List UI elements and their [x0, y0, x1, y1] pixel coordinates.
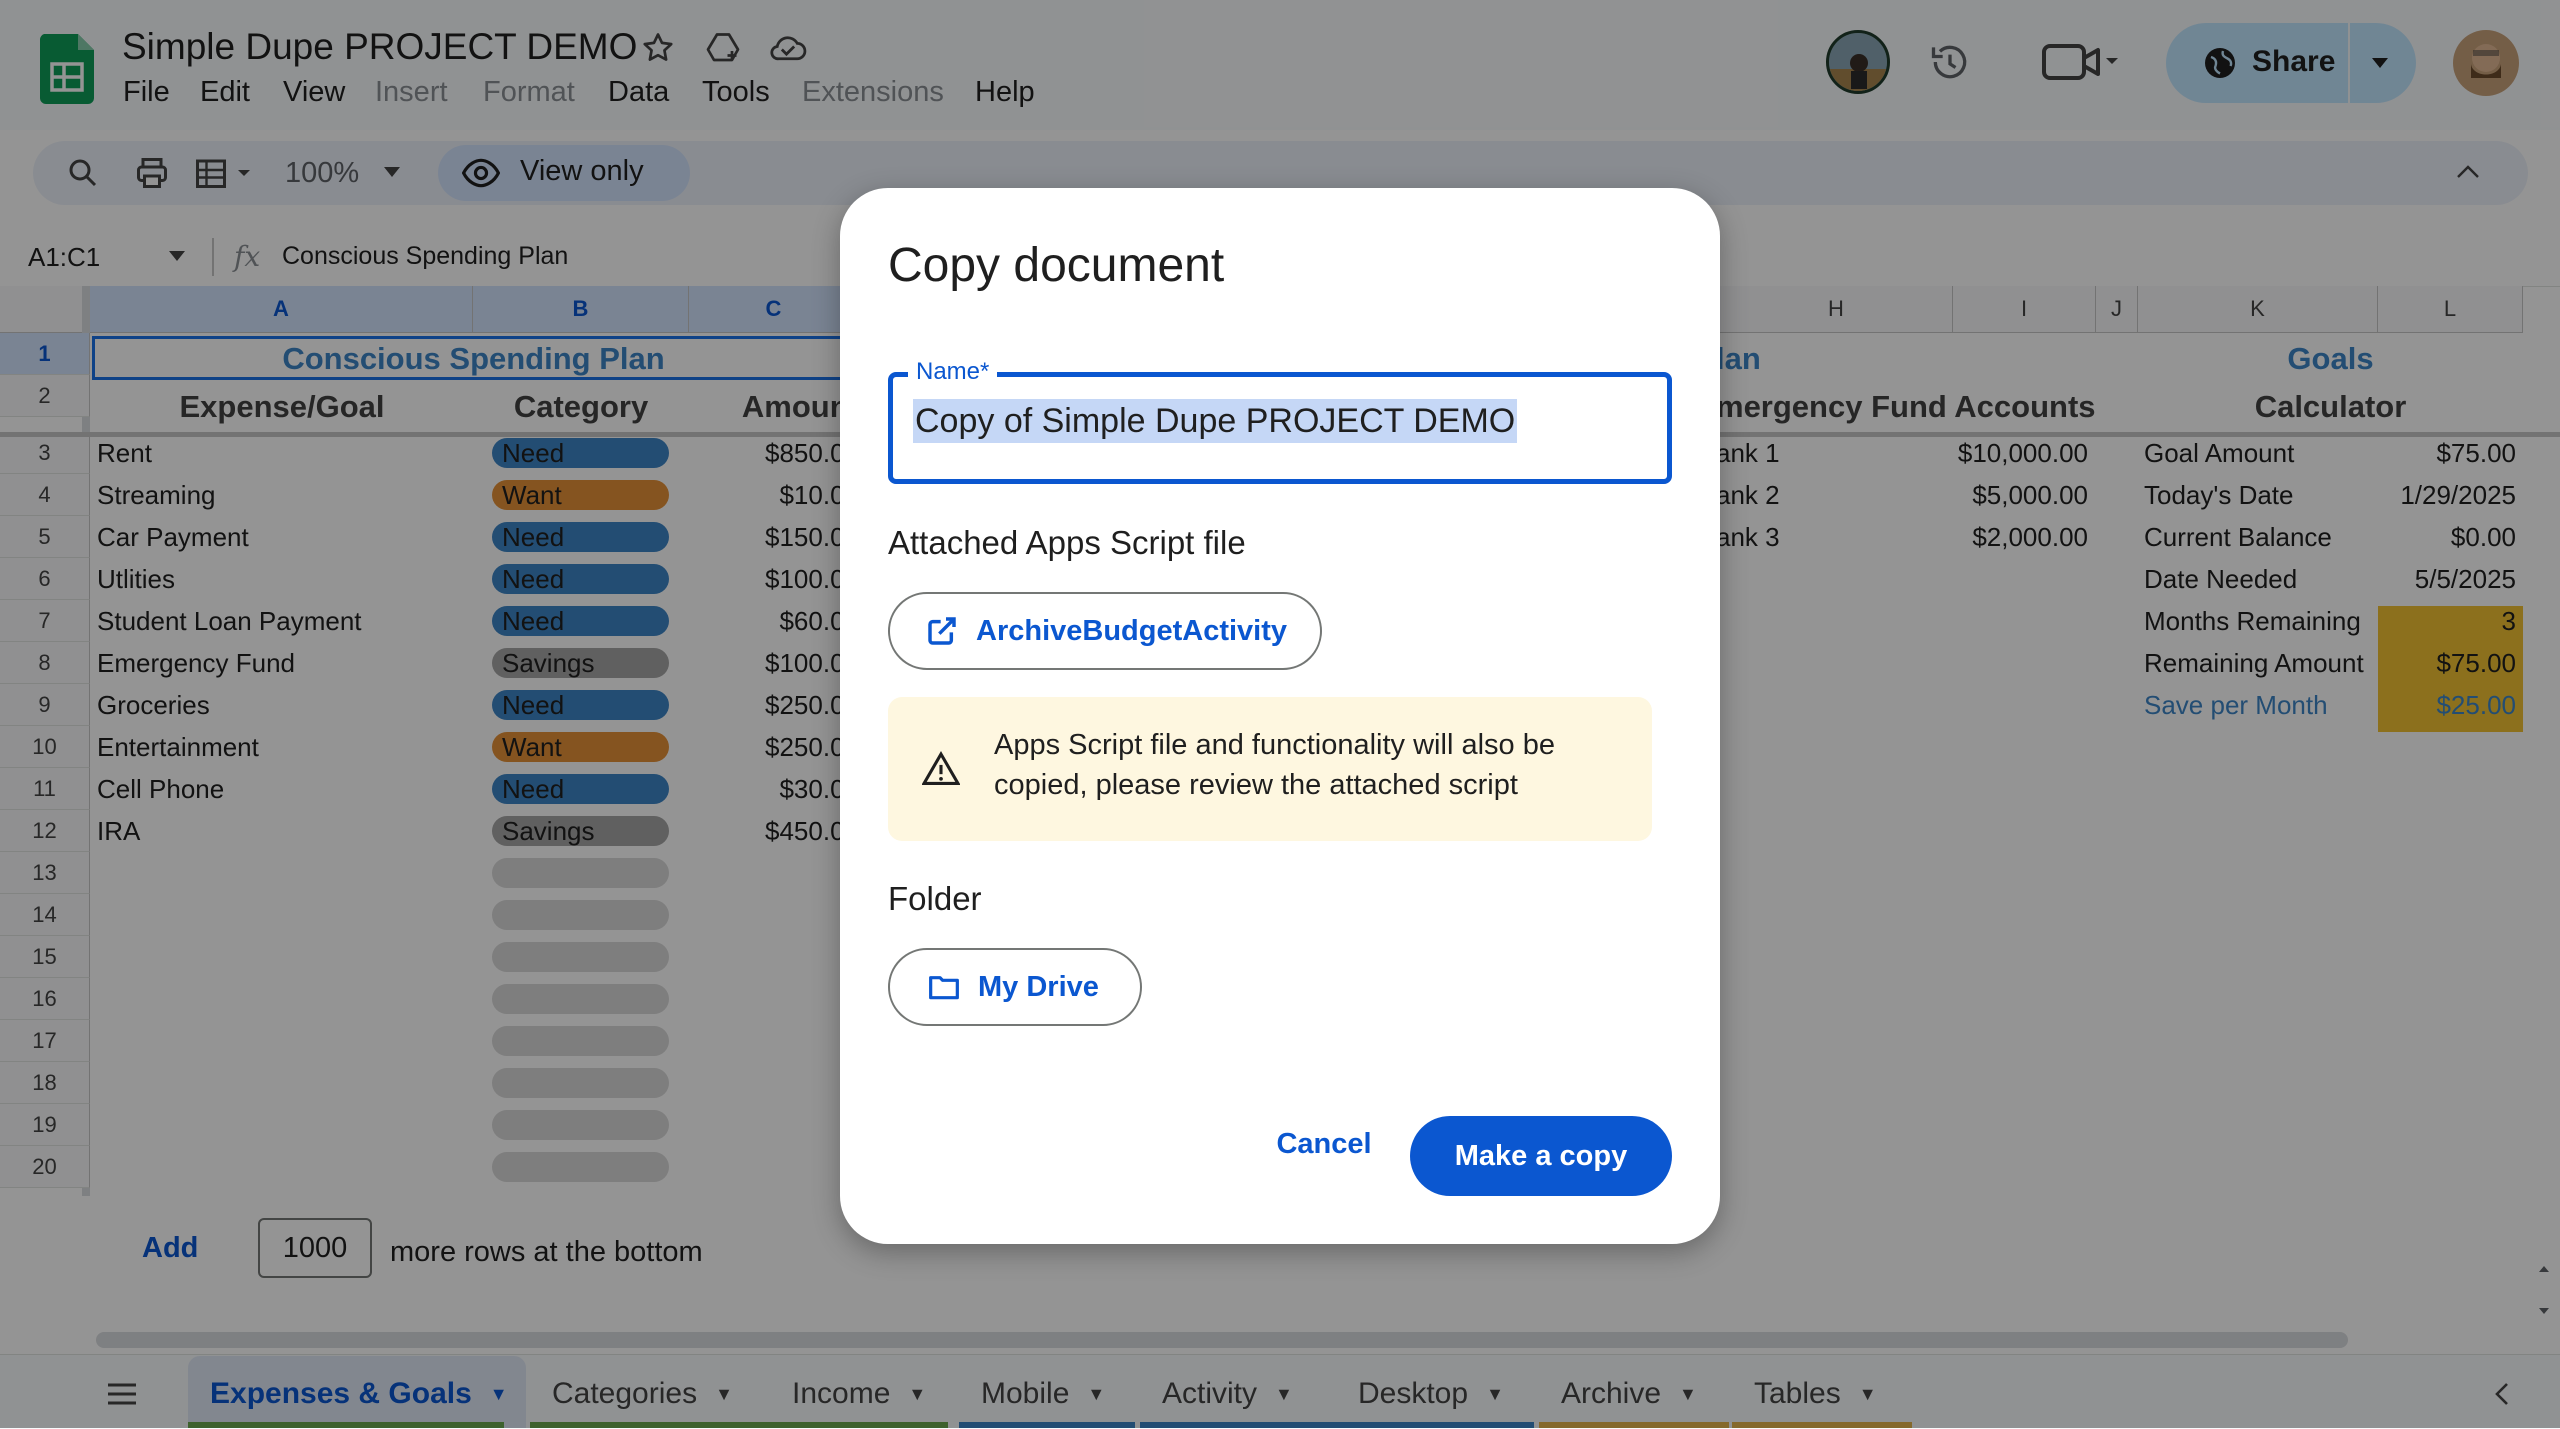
name-field[interactable]: Copy of Simple Dupe PROJECT DEMO — [888, 372, 1672, 484]
script-file-name: ArchiveBudgetActivity — [976, 614, 1288, 647]
warning-banner: Apps Script file and functionality will … — [888, 697, 1652, 841]
folder-heading: Folder — [888, 880, 982, 917]
folder-picker-button[interactable]: My Drive — [888, 948, 1142, 1026]
folder-icon — [928, 973, 960, 1001]
name-field-value: Copy of Simple Dupe PROJECT DEMO — [913, 399, 1518, 443]
open-in-new-icon — [926, 615, 958, 647]
cancel-button[interactable]: Cancel — [1268, 1116, 1380, 1172]
name-label-text: Name — [916, 358, 981, 385]
warning-text: Apps Script file and functionality will … — [994, 729, 1555, 801]
folder-name: My Drive — [978, 970, 1099, 1003]
name-field-label: Name* — [908, 358, 998, 386]
required-mark: * — [980, 358, 990, 385]
dialog-title: Copy document — [888, 239, 1225, 292]
apps-script-file-button[interactable]: ArchiveBudgetActivity — [888, 592, 1322, 670]
warning-icon — [922, 751, 960, 785]
copy-document-dialog: Copy document Copy of Simple Dupe PROJEC… — [840, 188, 1720, 1244]
make-a-copy-button[interactable]: Make a copy — [1410, 1116, 1672, 1196]
script-heading: Attached Apps Script file — [888, 524, 1246, 561]
